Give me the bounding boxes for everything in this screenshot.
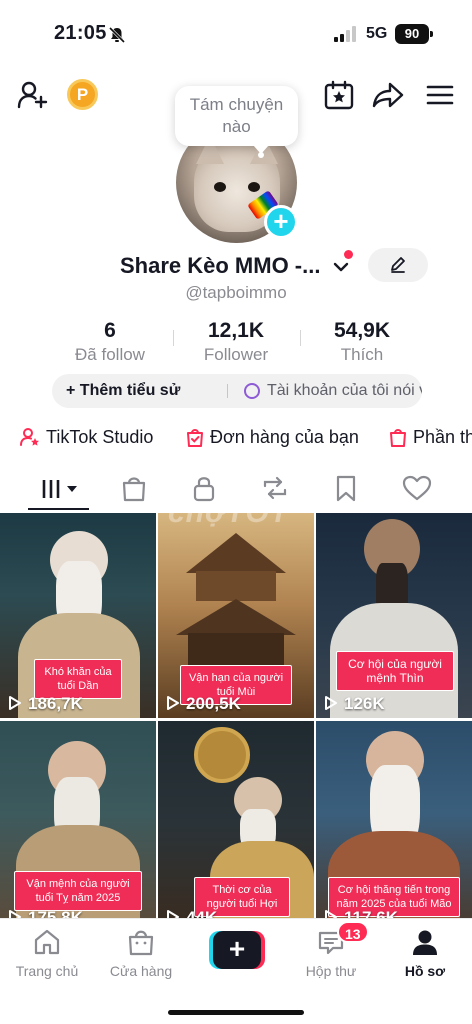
notification-dot: [344, 250, 353, 259]
nav-home[interactable]: Trang chủ: [2, 927, 92, 979]
following-count: 6: [104, 319, 116, 342]
video-tile[interactable]: Thời cơ của người tuổi Hợi 44K: [158, 721, 314, 926]
nav-shop[interactable]: Cửa hàng: [96, 927, 186, 979]
username: @tapboimmo: [185, 283, 287, 302]
add-friend-icon[interactable]: [17, 79, 49, 111]
status-bar: 21:05 5G 90: [0, 0, 472, 70]
likes-stat[interactable]: 54,9K Thích: [302, 318, 422, 366]
video-tile[interactable]: Cơ hội thăng tiến trong năm 2025 của tuổ…: [316, 721, 472, 926]
active-tab-indicator: [28, 508, 89, 510]
bottom-nav: Trang chủ Cửa hàng + Hộp thư 13 Hồ sơ: [0, 918, 472, 1024]
person-star-icon: [20, 428, 39, 446]
view-count-value: 200,5K: [186, 694, 241, 713]
tiktok-studio-link[interactable]: TikTok Studio: [46, 420, 153, 454]
add-bio-button[interactable]: + Thêm tiểu sử: [66, 374, 180, 408]
video-tile[interactable]: Khó khăn của tuổi Dần 186,7K: [0, 513, 156, 718]
shop-bag-icon[interactable]: [121, 474, 147, 502]
following-stat[interactable]: 6 Đã follow: [50, 318, 170, 366]
watermark: chợTỐT: [168, 496, 290, 529]
video-caption: Cơ hội của người mệnh Thìn: [336, 651, 454, 691]
battery-indicator: 90: [395, 24, 433, 44]
likes-count: 54,9K: [333, 319, 391, 342]
status-time: 21:05: [54, 22, 107, 44]
bookmark-icon[interactable]: [333, 474, 359, 502]
play-icon: [9, 696, 21, 710]
display-name[interactable]: Share Kèo MMO -...: [120, 253, 320, 279]
stat-divider: [300, 330, 301, 346]
view-count: 186,7K: [8, 694, 83, 714]
orders-link[interactable]: Đơn hàng của bạn: [210, 420, 359, 454]
video-grid: Khó khăn của tuổi Dần 186,7K Vận hạn của…: [0, 513, 472, 926]
inbox-badge: 13: [337, 921, 369, 943]
profile-icon: [413, 930, 437, 955]
home-indicator: [168, 1010, 304, 1015]
video-caption: Vận mệnh của người tuổi Tỵ năm 2025: [14, 871, 142, 911]
followers-count: 12,1K: [207, 319, 265, 342]
bio-divider: [227, 384, 228, 398]
shopping-bag-icon: [390, 429, 406, 447]
menu-icon[interactable]: [424, 79, 456, 111]
stat-divider: [173, 330, 174, 346]
share-icon[interactable]: [372, 79, 404, 111]
heart-icon[interactable]: [402, 474, 432, 502]
network-label: 5G: [366, 25, 388, 42]
order-bag-icon: [187, 429, 203, 447]
likes-label: Thích: [340, 345, 384, 364]
video-tile[interactable]: Vận mệnh của người tuổi Tỵ năm 2025 175,…: [0, 721, 156, 926]
bubble-tail-dot: [258, 152, 264, 158]
calendar-star-icon[interactable]: [323, 79, 355, 111]
plus-icon: +: [213, 931, 261, 969]
videos-grid-icon[interactable]: [40, 474, 80, 502]
home-icon: [34, 929, 60, 955]
create-button[interactable]: +: [209, 931, 265, 969]
view-count-value: 186,7K: [28, 694, 83, 713]
status-bubble[interactable]: Tám chuyện nào: [175, 86, 298, 154]
nav-shop-label: Cửa hàng: [109, 963, 173, 979]
nav-profile-label: Hồ sơ: [404, 963, 446, 979]
view-count: 126K: [324, 694, 385, 714]
signal-icon: [334, 26, 356, 42]
nav-inbox-label: Hộp thư: [305, 963, 357, 979]
view-count: 200,5K: [166, 694, 241, 714]
add-avatar-button[interactable]: +: [264, 205, 298, 239]
shop-icon: [128, 930, 154, 956]
rewards-link[interactable]: Phần th: [413, 420, 472, 454]
nav-home-label: Trang chủ: [15, 963, 79, 979]
chevron-down-icon[interactable]: [332, 258, 350, 276]
coin-icon[interactable]: P: [67, 79, 98, 110]
followers-label: Follower: [203, 345, 269, 364]
shortcut-row: TikTok Studio Đơn hàng của bạn Phần th: [0, 420, 472, 454]
bell-muted-icon: [108, 26, 126, 44]
play-icon: [167, 696, 179, 710]
smile-icon: [244, 383, 260, 399]
following-label: Đã follow: [75, 345, 145, 364]
video-tile[interactable]: Vận hạn của người tuổi Mùi 200,5K: [158, 513, 314, 718]
play-icon: [325, 696, 337, 710]
bio-row: + Thêm tiểu sử Tài khoản của tôi nói v..…: [52, 374, 422, 408]
nav-profile[interactable]: Hồ sơ: [380, 927, 470, 979]
edit-profile-button[interactable]: [368, 248, 428, 282]
followers-stat[interactable]: 12,1K Follower: [176, 318, 296, 366]
pencil-icon: [391, 257, 405, 273]
bio-prompt[interactable]: Tài khoản của tôi nói v...: [267, 374, 422, 408]
view-count-value: 126K: [344, 694, 385, 713]
video-tile[interactable]: Cơ hội của người mệnh Thìn 126K: [316, 513, 472, 718]
video-caption: Khó khăn của tuổi Dần: [34, 659, 122, 699]
